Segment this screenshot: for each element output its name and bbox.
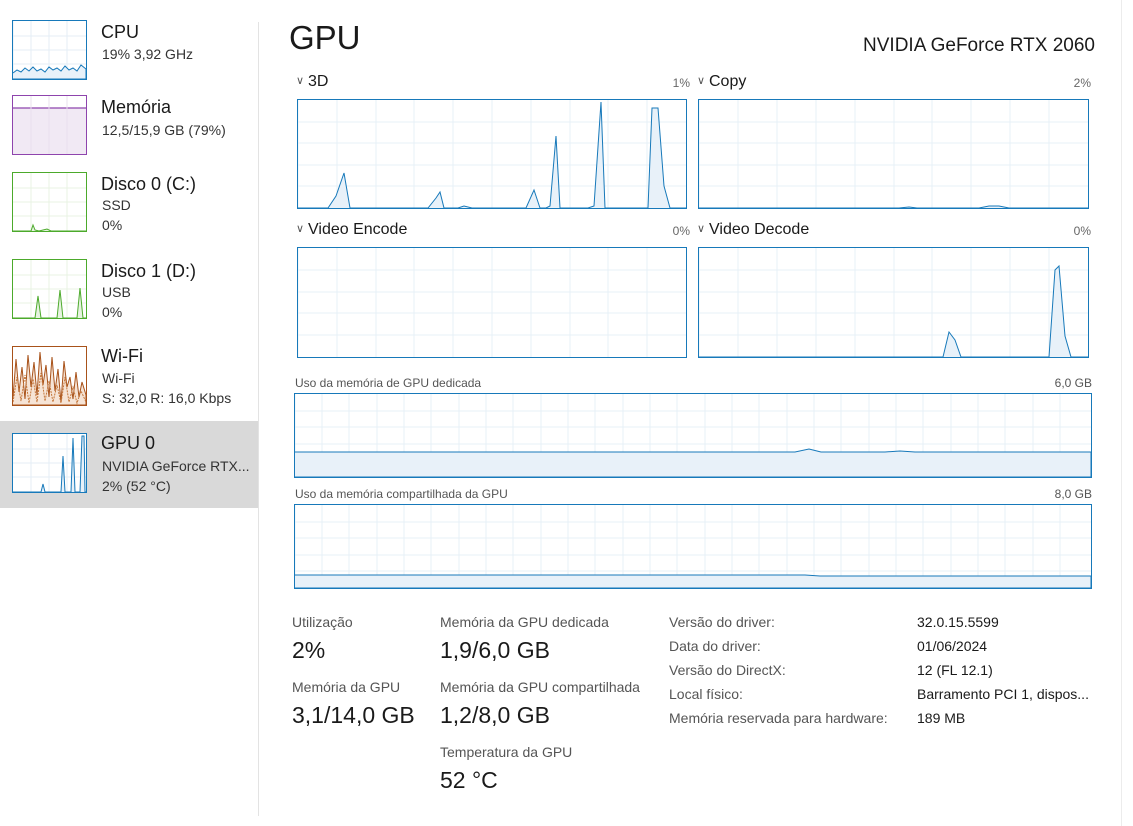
sidebar-item-cpu[interactable]: CPU 19% 3,92 GHz [0, 8, 258, 95]
sidebar-item-type: Wi-Fi [102, 370, 135, 386]
sidebar-item-detail: S: 32,0 R: 16,0 Kbps [102, 390, 232, 406]
sidebar-item-model: NVIDIA GeForce RTX... [102, 458, 250, 474]
dedicated-memory-graph [294, 393, 1092, 478]
disk-1-thumbnail-graph [12, 259, 87, 319]
gpu-memory-value: 3,1/14,0 GB [292, 702, 415, 728]
driver-version-value: 32.0.15.5599 [917, 614, 999, 630]
shared-memory-label: Memória da GPU compartilhada [440, 679, 640, 695]
driver-date-label: Data do driver: [669, 638, 761, 654]
chevron-down-icon: ∨ [697, 75, 706, 87]
device-sidebar: CPU 19% 3,92 GHz Memória 12,5/15,9 GB (7… [0, 0, 258, 826]
sidebar-item-detail: 2% (52 °C) [102, 478, 171, 494]
engine-label: Copy [709, 73, 747, 90]
sidebar-item-detail: 0% [102, 217, 123, 233]
gpu-temperature-value: 52 °C [440, 767, 498, 793]
sidebar-item-detail: 0% [102, 304, 123, 320]
memory-thumbnail-graph [12, 95, 87, 155]
sidebar-item-type: USB [102, 284, 131, 300]
utilization-value: 2% [292, 637, 326, 663]
sidebar-item-label: Wi-Fi [101, 346, 143, 366]
engine-selector-copy[interactable]: ∨ Copy [697, 73, 746, 91]
engine-selector-video-decode[interactable]: ∨ Video Decode [697, 221, 809, 239]
gpu-memory-label: Memória da GPU [292, 679, 401, 695]
sidebar-item-type: SSD [102, 197, 131, 213]
engine-graph-video-decode [698, 247, 1089, 358]
sidebar-item-detail: 19% 3,92 GHz [102, 46, 194, 62]
chevron-down-icon: ∨ [296, 223, 305, 235]
page-title: GPU [289, 19, 361, 56]
sidebar-item-label: Disco 0 (C:) [101, 174, 197, 194]
shared-memory-graph-label: Uso da memória compartilhada da GPU [295, 487, 508, 501]
dedicated-memory-graph-max: 6,0 GB [1054, 376, 1092, 390]
utilization-label: Utilização [292, 614, 353, 630]
sidebar-divider [258, 22, 259, 816]
sidebar-item-detail: 12,5/15,9 GB (79%) [102, 122, 226, 138]
wifi-thumbnail-graph [12, 346, 87, 406]
physical-location-value: Barramento PCI 1, dispos... [917, 686, 1089, 702]
sidebar-item-memory[interactable]: Memória 12,5/15,9 GB (79%) [0, 83, 258, 170]
disk-0-thumbnail-graph [12, 172, 87, 232]
engine-percent: 0% [672, 224, 690, 238]
sidebar-item-disk-1[interactable]: Disco 1 (D:) USB 0% [0, 245, 258, 332]
driver-version-label: Versão do driver: [669, 614, 775, 630]
sidebar-item-disk-0[interactable]: Disco 0 (C:) SSD 0% [0, 158, 258, 245]
shared-memory-value: 1,2/8,0 GB [440, 702, 550, 728]
gpu-temperature-label: Temperatura da GPU [440, 744, 573, 760]
shared-memory-graph [294, 504, 1092, 589]
directx-version-value: 12 (FL 12.1) [917, 662, 993, 678]
physical-location-label: Local físico: [669, 686, 743, 702]
sidebar-item-gpu-0[interactable]: GPU 0 NVIDIA GeForce RTX... 2% (52 °C) [0, 421, 258, 508]
dedicated-memory-value: 1,9/6,0 GB [440, 637, 550, 663]
engine-selector-3d[interactable]: ∨ 3D [296, 73, 328, 91]
driver-date-value: 01/06/2024 [917, 638, 988, 654]
dedicated-memory-label: Memória da GPU dedicada [440, 614, 609, 630]
sidebar-item-label: Disco 1 (D:) [101, 261, 197, 281]
shared-memory-graph-max: 8,0 GB [1054, 487, 1092, 501]
engine-graph-3d [297, 99, 687, 209]
engine-percent: 0% [1073, 224, 1091, 238]
hardware-reserved-memory-label: Memória reservada para hardware: [669, 710, 888, 726]
gpu-model-name: NVIDIA GeForce RTX 2060 [863, 35, 1095, 56]
chevron-down-icon: ∨ [697, 223, 706, 235]
engine-graph-video-encode [297, 247, 687, 358]
engine-percent: 2% [1073, 76, 1091, 90]
engine-label: Video Decode [709, 221, 810, 238]
engine-percent: 1% [672, 76, 690, 90]
chevron-down-icon: ∨ [296, 75, 305, 87]
hardware-reserved-memory-value: 189 MB [917, 710, 966, 726]
gpu-thumbnail-graph [12, 433, 87, 493]
window-edge [1121, 0, 1122, 826]
sidebar-item-wifi[interactable]: Wi-Fi Wi-Fi S: 32,0 R: 16,0 Kbps [0, 333, 258, 420]
dedicated-memory-graph-label: Uso da memória de GPU dedicada [295, 376, 482, 390]
engine-graph-copy [698, 99, 1089, 209]
engine-selector-video-encode[interactable]: ∨ Video Encode [296, 221, 407, 239]
cpu-thumbnail-graph [12, 20, 87, 80]
sidebar-item-label: GPU 0 [101, 433, 156, 453]
sidebar-item-label: CPU [101, 22, 140, 42]
engine-label: Video Encode [308, 221, 408, 238]
directx-version-label: Versão do DirectX: [669, 662, 786, 678]
sidebar-item-label: Memória [101, 97, 172, 117]
engine-label: 3D [308, 73, 329, 90]
